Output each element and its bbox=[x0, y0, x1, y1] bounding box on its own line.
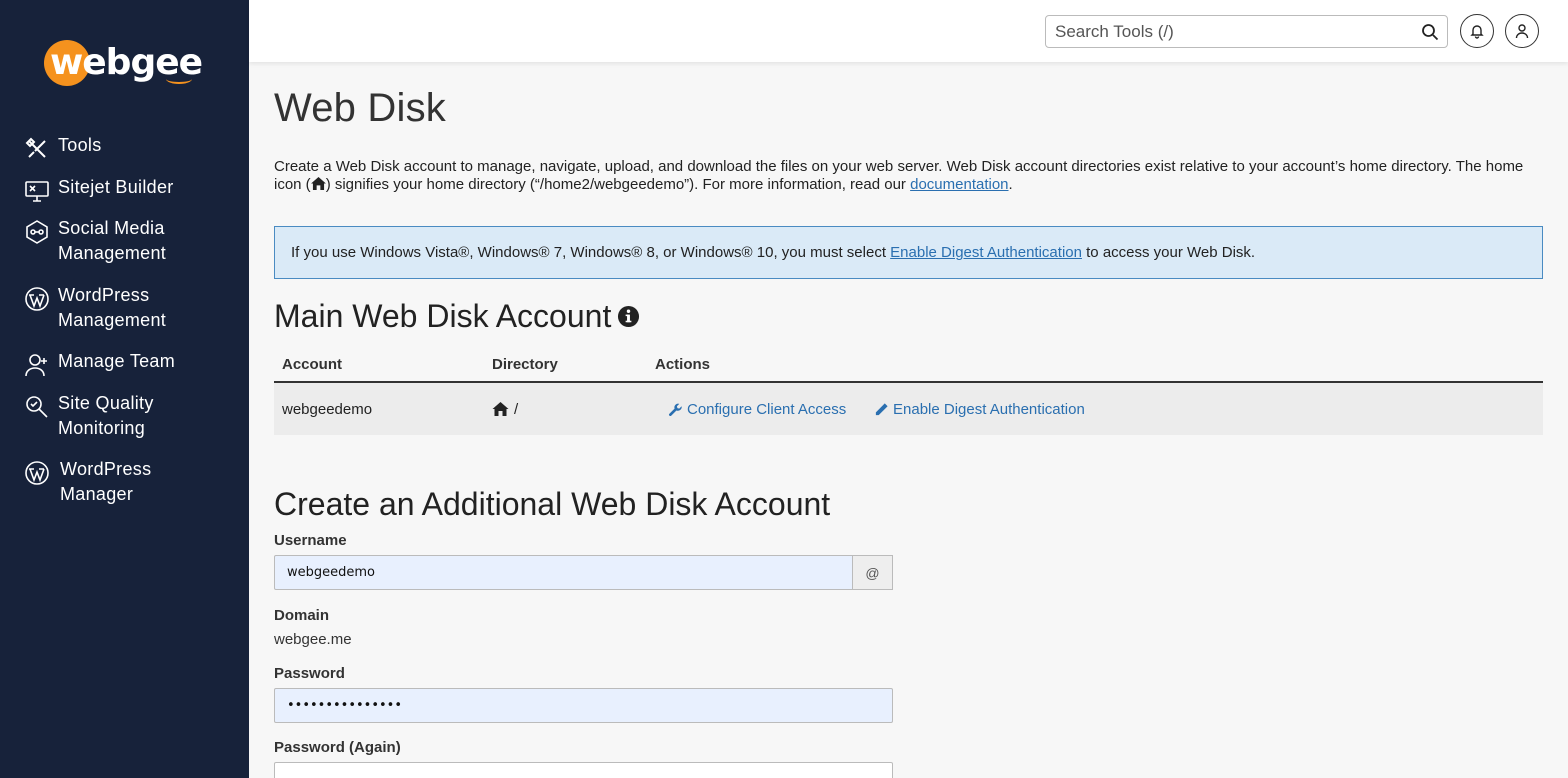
configure-label: Configure Client Access bbox=[687, 400, 847, 418]
sidebar-item-label: Tools bbox=[58, 135, 102, 155]
monitor-icon bbox=[24, 178, 50, 204]
username-input[interactable] bbox=[274, 555, 853, 590]
sidebar-item-label: Sitejet Builder bbox=[58, 177, 174, 197]
sidebar-item-wordpress-management[interactable]: WordPress Management bbox=[24, 283, 194, 333]
notifications-button[interactable] bbox=[1460, 14, 1494, 48]
bell-icon bbox=[1470, 25, 1484, 39]
domain-value: webgee.me bbox=[274, 631, 352, 648]
sidebar-item-site-quality[interactable]: Site Quality Monitoring bbox=[24, 391, 174, 441]
logo-smile bbox=[166, 74, 192, 84]
search-icon[interactable] bbox=[1421, 23, 1439, 41]
documentation-link[interactable]: documentation bbox=[910, 176, 1008, 193]
tools-icon bbox=[24, 136, 50, 162]
intro-text: Create a Web Disk account to manage, nav… bbox=[274, 158, 1544, 194]
search-input[interactable] bbox=[1046, 16, 1406, 47]
intro-text-part: ) signifies your home directory (“/home2… bbox=[325, 176, 911, 193]
sidebar-item-wordpress-manager[interactable]: WordPress Manager bbox=[24, 457, 174, 507]
enable-digest-auth-link[interactable]: Enable Digest Authentication bbox=[874, 401, 1085, 418]
username-group: @ bbox=[274, 555, 893, 590]
alert-text: to access your Web Disk. bbox=[1081, 244, 1256, 261]
home-icon bbox=[310, 177, 326, 190]
info-alert: If you use Windows Vista®, Windows® 7, W… bbox=[274, 226, 1543, 279]
sidebar-item-sitejet-builder[interactable]: Sitejet Builder bbox=[24, 175, 174, 204]
create-account-title: Create an Additional Web Disk Account bbox=[274, 486, 831, 522]
home-icon bbox=[492, 402, 509, 416]
sidebar-item-label: Site Quality Monitoring bbox=[58, 393, 154, 438]
user-menu-button[interactable] bbox=[1505, 14, 1539, 48]
password-input[interactable] bbox=[274, 688, 893, 723]
digest-label: Enable Digest Authentication bbox=[893, 400, 1085, 418]
password-again-label: Password (Again) bbox=[274, 739, 401, 756]
user-add-icon bbox=[24, 352, 50, 378]
account-cell: webgeedemo bbox=[282, 400, 373, 418]
sidebar-item-label: Social Media Management bbox=[58, 218, 167, 263]
pencil-icon bbox=[875, 402, 888, 415]
column-header-directory: Directory bbox=[492, 356, 558, 373]
column-header-actions: Actions bbox=[655, 356, 711, 373]
main-account-table: Account Directory Actions webgeedemo / C… bbox=[274, 348, 1543, 435]
sidebar: webgee Tools Sitejet Builder Social Medi… bbox=[0, 0, 249, 778]
directory-cell: / bbox=[492, 401, 518, 418]
wordpress-icon bbox=[24, 460, 50, 486]
password-again-input[interactable] bbox=[274, 762, 893, 778]
alert-text: If you use Windows Vista®, Windows® 7, W… bbox=[291, 244, 891, 261]
search-check-icon bbox=[24, 394, 50, 420]
section-title-text: Main Web Disk Account bbox=[274, 298, 612, 334]
wordpress-icon bbox=[24, 286, 50, 312]
sidebar-item-social-media[interactable]: Social Media Management bbox=[24, 216, 204, 266]
sidebar-item-label: Manage Team bbox=[58, 351, 176, 371]
configure-client-access-link[interactable]: Configure Client Access bbox=[668, 401, 846, 418]
sidebar-item-label: WordPress Management bbox=[58, 285, 167, 330]
domain-label: Domain bbox=[274, 607, 330, 624]
directory-path: / bbox=[514, 400, 519, 418]
username-label: Username bbox=[274, 532, 347, 549]
sidebar-item-tools[interactable]: Tools bbox=[24, 133, 102, 162]
search-box bbox=[1045, 15, 1448, 48]
table-header: Account Directory Actions bbox=[274, 348, 1543, 383]
column-header-account: Account bbox=[282, 356, 342, 373]
password-label: Password bbox=[274, 665, 345, 682]
enable-digest-link[interactable]: Enable Digest Authentication bbox=[890, 244, 1082, 261]
wrench-icon bbox=[669, 403, 682, 416]
intro-text-part: . bbox=[1008, 176, 1013, 193]
user-icon bbox=[1515, 24, 1529, 39]
table-row: webgeedemo / Configure Client Access Ena… bbox=[274, 383, 1543, 435]
main-account-title: Main Web Disk Account bbox=[274, 297, 640, 335]
sidebar-item-manage-team[interactable]: Manage Team bbox=[24, 349, 175, 378]
at-addon: @ bbox=[853, 555, 893, 590]
info-icon[interactable] bbox=[617, 305, 640, 328]
top-bar bbox=[249, 0, 1568, 62]
page-title: Web Disk bbox=[274, 86, 447, 130]
webgee-logo[interactable]: webgee bbox=[44, 38, 203, 88]
social-icon bbox=[24, 219, 50, 245]
sidebar-item-label: WordPress Manager bbox=[60, 459, 152, 504]
